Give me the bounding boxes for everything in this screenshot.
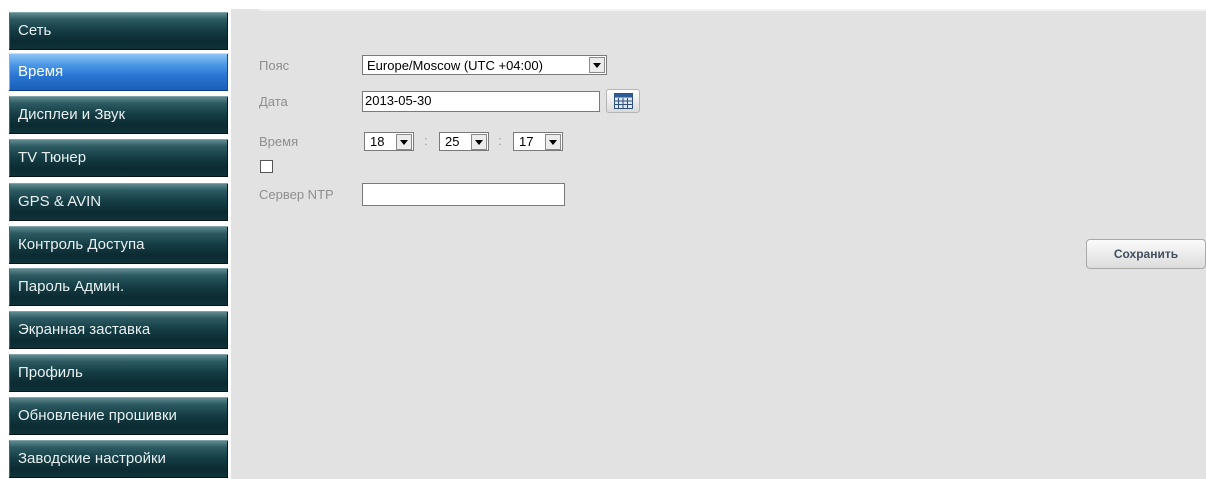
sidebar-item-time[interactable]: Время: [9, 53, 228, 91]
date-label: Дата: [259, 94, 288, 109]
time-label: Время: [259, 134, 299, 149]
minute-select[interactable]: 25: [439, 132, 489, 151]
sidebar-item-access-control[interactable]: Контроль Доступа: [9, 226, 228, 264]
ntp-checkbox[interactable]: [260, 160, 273, 173]
panel-divider: [259, 9, 1206, 11]
timezone-label: Пояс: [259, 58, 290, 73]
sidebar-item-factory-reset[interactable]: Заводские настройки: [9, 440, 228, 478]
hour-select[interactable]: 18: [364, 132, 414, 151]
chevron-down-icon[interactable]: [396, 134, 412, 150]
sidebar-item-tv-tuner[interactable]: TV Тюнер: [9, 139, 228, 177]
ntp-server-field[interactable]: [362, 183, 565, 206]
sidebar-item-network[interactable]: Сеть: [9, 12, 228, 50]
save-button[interactable]: Сохранить: [1086, 239, 1206, 269]
settings-panel: [231, 9, 1206, 479]
hour-value: 18: [370, 134, 385, 149]
sidebar-item-gps-avin[interactable]: GPS & AVIN: [9, 183, 228, 221]
second-value: 17: [519, 134, 534, 149]
sidebar-item-display-sound[interactable]: Дисплеи и Звук: [9, 96, 228, 134]
calendar-icon: [614, 93, 633, 109]
date-field[interactable]: 2013-05-30: [362, 91, 600, 112]
settings-sidebar: Сеть Время Дисплеи и Звук TV Тюнер GPS &…: [0, 0, 231, 479]
time-separator: :: [498, 133, 502, 148]
ntp-server-label: Сервер NTP: [259, 187, 334, 202]
chevron-down-icon[interactable]: [589, 57, 605, 73]
second-select[interactable]: 17: [513, 132, 563, 151]
sidebar-item-profile[interactable]: Профиль: [9, 354, 228, 392]
sidebar-item-screensaver[interactable]: Экранная заставка: [9, 311, 228, 349]
timezone-value: Europe/Moscow (UTC +04:00): [367, 58, 543, 73]
sidebar-item-firmware-update[interactable]: Обновление прошивки: [9, 397, 228, 435]
minute-value: 25: [445, 134, 460, 149]
time-separator: :: [424, 133, 428, 148]
timezone-select[interactable]: Europe/Moscow (UTC +04:00): [362, 55, 607, 75]
chevron-down-icon[interactable]: [471, 134, 487, 150]
sidebar-item-admin-password[interactable]: Пароль Админ.: [9, 268, 228, 306]
chevron-down-icon[interactable]: [545, 134, 561, 150]
calendar-button[interactable]: [606, 89, 640, 113]
